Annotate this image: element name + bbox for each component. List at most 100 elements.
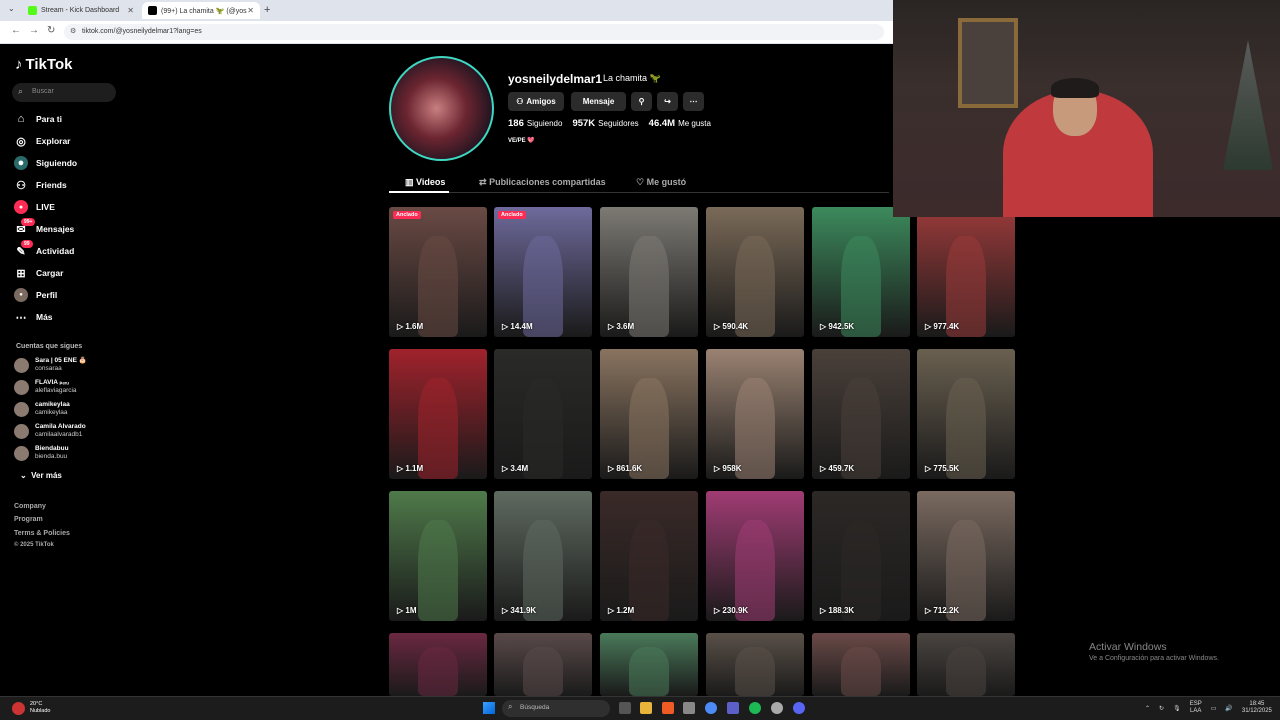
friends-button[interactable]: ⚇ Amigos [508,92,564,111]
video-thumbnail[interactable]: ▷ 712.2K [917,491,1015,621]
close-tab-icon[interactable]: ✕ [247,6,254,15]
live-icon: ● [14,200,28,214]
more-options-button[interactable]: ⋯ [683,92,704,111]
video-thumbnail[interactable]: ▷ 1.2M [600,491,698,621]
profile-avatar[interactable] [389,56,494,161]
video-thumbnail[interactable]: ▷ 977.4K [917,207,1015,337]
file-explorer-icon[interactable] [640,702,652,714]
nav-label: Mensajes [36,224,75,234]
video-thumbnail[interactable]: ▷ 3.4M [494,349,592,479]
video-subject [418,646,458,696]
following-account[interactable]: Sara | 05 ENE 🎂 consaraa [14,357,87,373]
url-bar[interactable]: ⚙ tiktok.com/@yosneilydelmar1?lang=es [64,24,884,40]
video-thumbnail[interactable]: ▷ 341.9K [494,491,592,621]
see-more-button[interactable]: ⌄ Ver más [20,471,62,480]
weather-widget[interactable]: 20°C Nublado [12,701,51,715]
following-account[interactable]: camikeylaa camikeylaa [14,401,70,417]
video-thumbnail[interactable] [600,633,698,696]
followers-stat[interactable]: 957K Seguidores [572,118,638,129]
discord-icon[interactable] [793,702,805,714]
video-thumbnail[interactable]: ▷ 861.6K [600,349,698,479]
following-account[interactable]: Biendabuu bienda.buu [14,445,69,461]
reload-icon[interactable]: ↻ [47,25,55,36]
clock-date: 31/12/2025 [1241,708,1272,714]
following-account[interactable]: FLAVIA ₚₑᵣᵤ aleflaviagarcia [14,379,77,395]
message-button[interactable]: Mensaje [571,92,626,111]
nav-para-ti[interactable]: ⌂ Para ti [14,111,62,127]
volume-icon[interactable]: 🔊 [1225,705,1232,712]
app-icon[interactable] [771,702,783,714]
video-thumbnail[interactable] [812,633,910,696]
new-tab-icon[interactable]: + [264,4,270,16]
video-thumbnail[interactable] [706,633,804,696]
nav-perfil[interactable]: ● Perfil [14,287,57,303]
start-button[interactable] [483,702,495,714]
tab-liked[interactable]: ♡ Me gustó [636,177,686,188]
view-count: ▷ 3.6M [608,322,634,331]
view-count-text: 1M [405,606,417,615]
footer-company-link[interactable]: Company [14,503,46,510]
video-subject [629,646,669,696]
close-tab-icon[interactable]: ✕ [127,6,134,15]
nav-live[interactable]: ● LIVE [14,199,55,215]
app-icon[interactable] [683,702,695,714]
video-thumbnail[interactable]: ▷ 3.6M [600,207,698,337]
view-count: ▷ 14.4M [502,322,533,331]
chevron-up-icon[interactable]: ⌃ [1145,705,1150,712]
browser-tab-tiktok[interactable]: (99+) La chamita 🦖 (@yosneily ✕ [142,2,260,19]
lang-code: ESP [1189,701,1202,707]
tiktok-logo[interactable]: ♪ TikTok [15,56,72,73]
video-thumbnail[interactable]: ▷ 590.4K [706,207,804,337]
nav-explorar[interactable]: ◎ Explorar [14,133,70,149]
friends-icon: ⚇ [16,179,26,192]
chrome-icon[interactable] [705,702,717,714]
tab-menu-icon[interactable]: ⌄ [8,4,15,13]
video-thumbnail[interactable]: ▷ 775.5K [917,349,1015,479]
nav-cargar[interactable]: ⊞ Cargar [14,265,63,281]
site-info-icon[interactable]: ⚙ [70,27,76,35]
video-thumbnail[interactable]: Anclado ▷ 1.6M [389,207,487,337]
video-thumbnail[interactable]: ▷ 1M [389,491,487,621]
active-tab-indicator [389,191,449,193]
network-icon[interactable]: ▭ [1211,705,1217,712]
brave-browser-icon[interactable] [662,702,674,714]
forward-icon[interactable]: → [29,25,39,36]
upload-icon: ⊞ [16,267,26,280]
taskbar-search[interactable]: ⌕ Búsqueda [502,700,610,717]
back-icon[interactable]: ← [11,25,21,36]
search-input[interactable]: ⌕ Buscar [12,83,116,102]
footer-terms-link[interactable]: Terms & Policies [14,530,70,537]
following-account[interactable]: Camila Alvarado camilaalvaradb1 [14,423,86,439]
video-thumbnail[interactable]: Anclado ▷ 14.4M [494,207,592,337]
spotify-icon[interactable] [749,702,761,714]
language-indicator[interactable]: ESP LAA [1190,701,1202,715]
following-stat[interactable]: 186 Siguiendo [508,118,562,129]
video-thumbnail[interactable] [494,633,592,696]
microphone-icon[interactable]: 🎙 [1173,705,1181,712]
tab-reposts[interactable]: ⇄ Publicaciones compartidas [479,177,606,188]
browser-tab-kick[interactable]: Stream - Kick Dashboard ✕ [22,2,140,19]
friends-icon: ⚇ [516,97,524,106]
suggested-accounts-button[interactable]: ⚲ [631,92,652,111]
video-thumbnail[interactable]: ▷ 942.5K [812,207,910,337]
sync-icon[interactable]: ↻ [1159,705,1164,712]
video-thumbnail[interactable]: ▷ 1.1M [389,349,487,479]
nav-actividad[interactable]: ✎ 99 Actividad [14,240,74,259]
video-thumbnail[interactable]: ▷ 188.3K [812,491,910,621]
teams-icon[interactable] [727,702,739,714]
video-thumbnail[interactable] [917,633,1015,696]
nav-mas[interactable]: ⋯ Más [14,309,53,325]
share-button[interactable]: ↪ [657,92,678,111]
nav-siguiendo[interactable]: ● Siguiendo [14,155,77,171]
lang-layout: LAA [1190,708,1202,714]
video-thumbnail[interactable]: ▷ 958K [706,349,804,479]
video-thumbnail[interactable]: ▷ 459.7K [812,349,910,479]
task-view-icon[interactable] [619,702,631,714]
footer-program-link[interactable]: Program [14,516,43,523]
video-thumbnail[interactable] [389,633,487,696]
tab-videos[interactable]: ▥ Videos [405,177,445,188]
nav-friends[interactable]: ⚇ Friends [14,177,67,193]
clock[interactable]: 18:45 31/12/2025 [1242,701,1272,715]
nav-mensajes[interactable]: ✉ 99+ Mensajes [14,218,75,237]
video-thumbnail[interactable]: ▷ 230.9K [706,491,804,621]
